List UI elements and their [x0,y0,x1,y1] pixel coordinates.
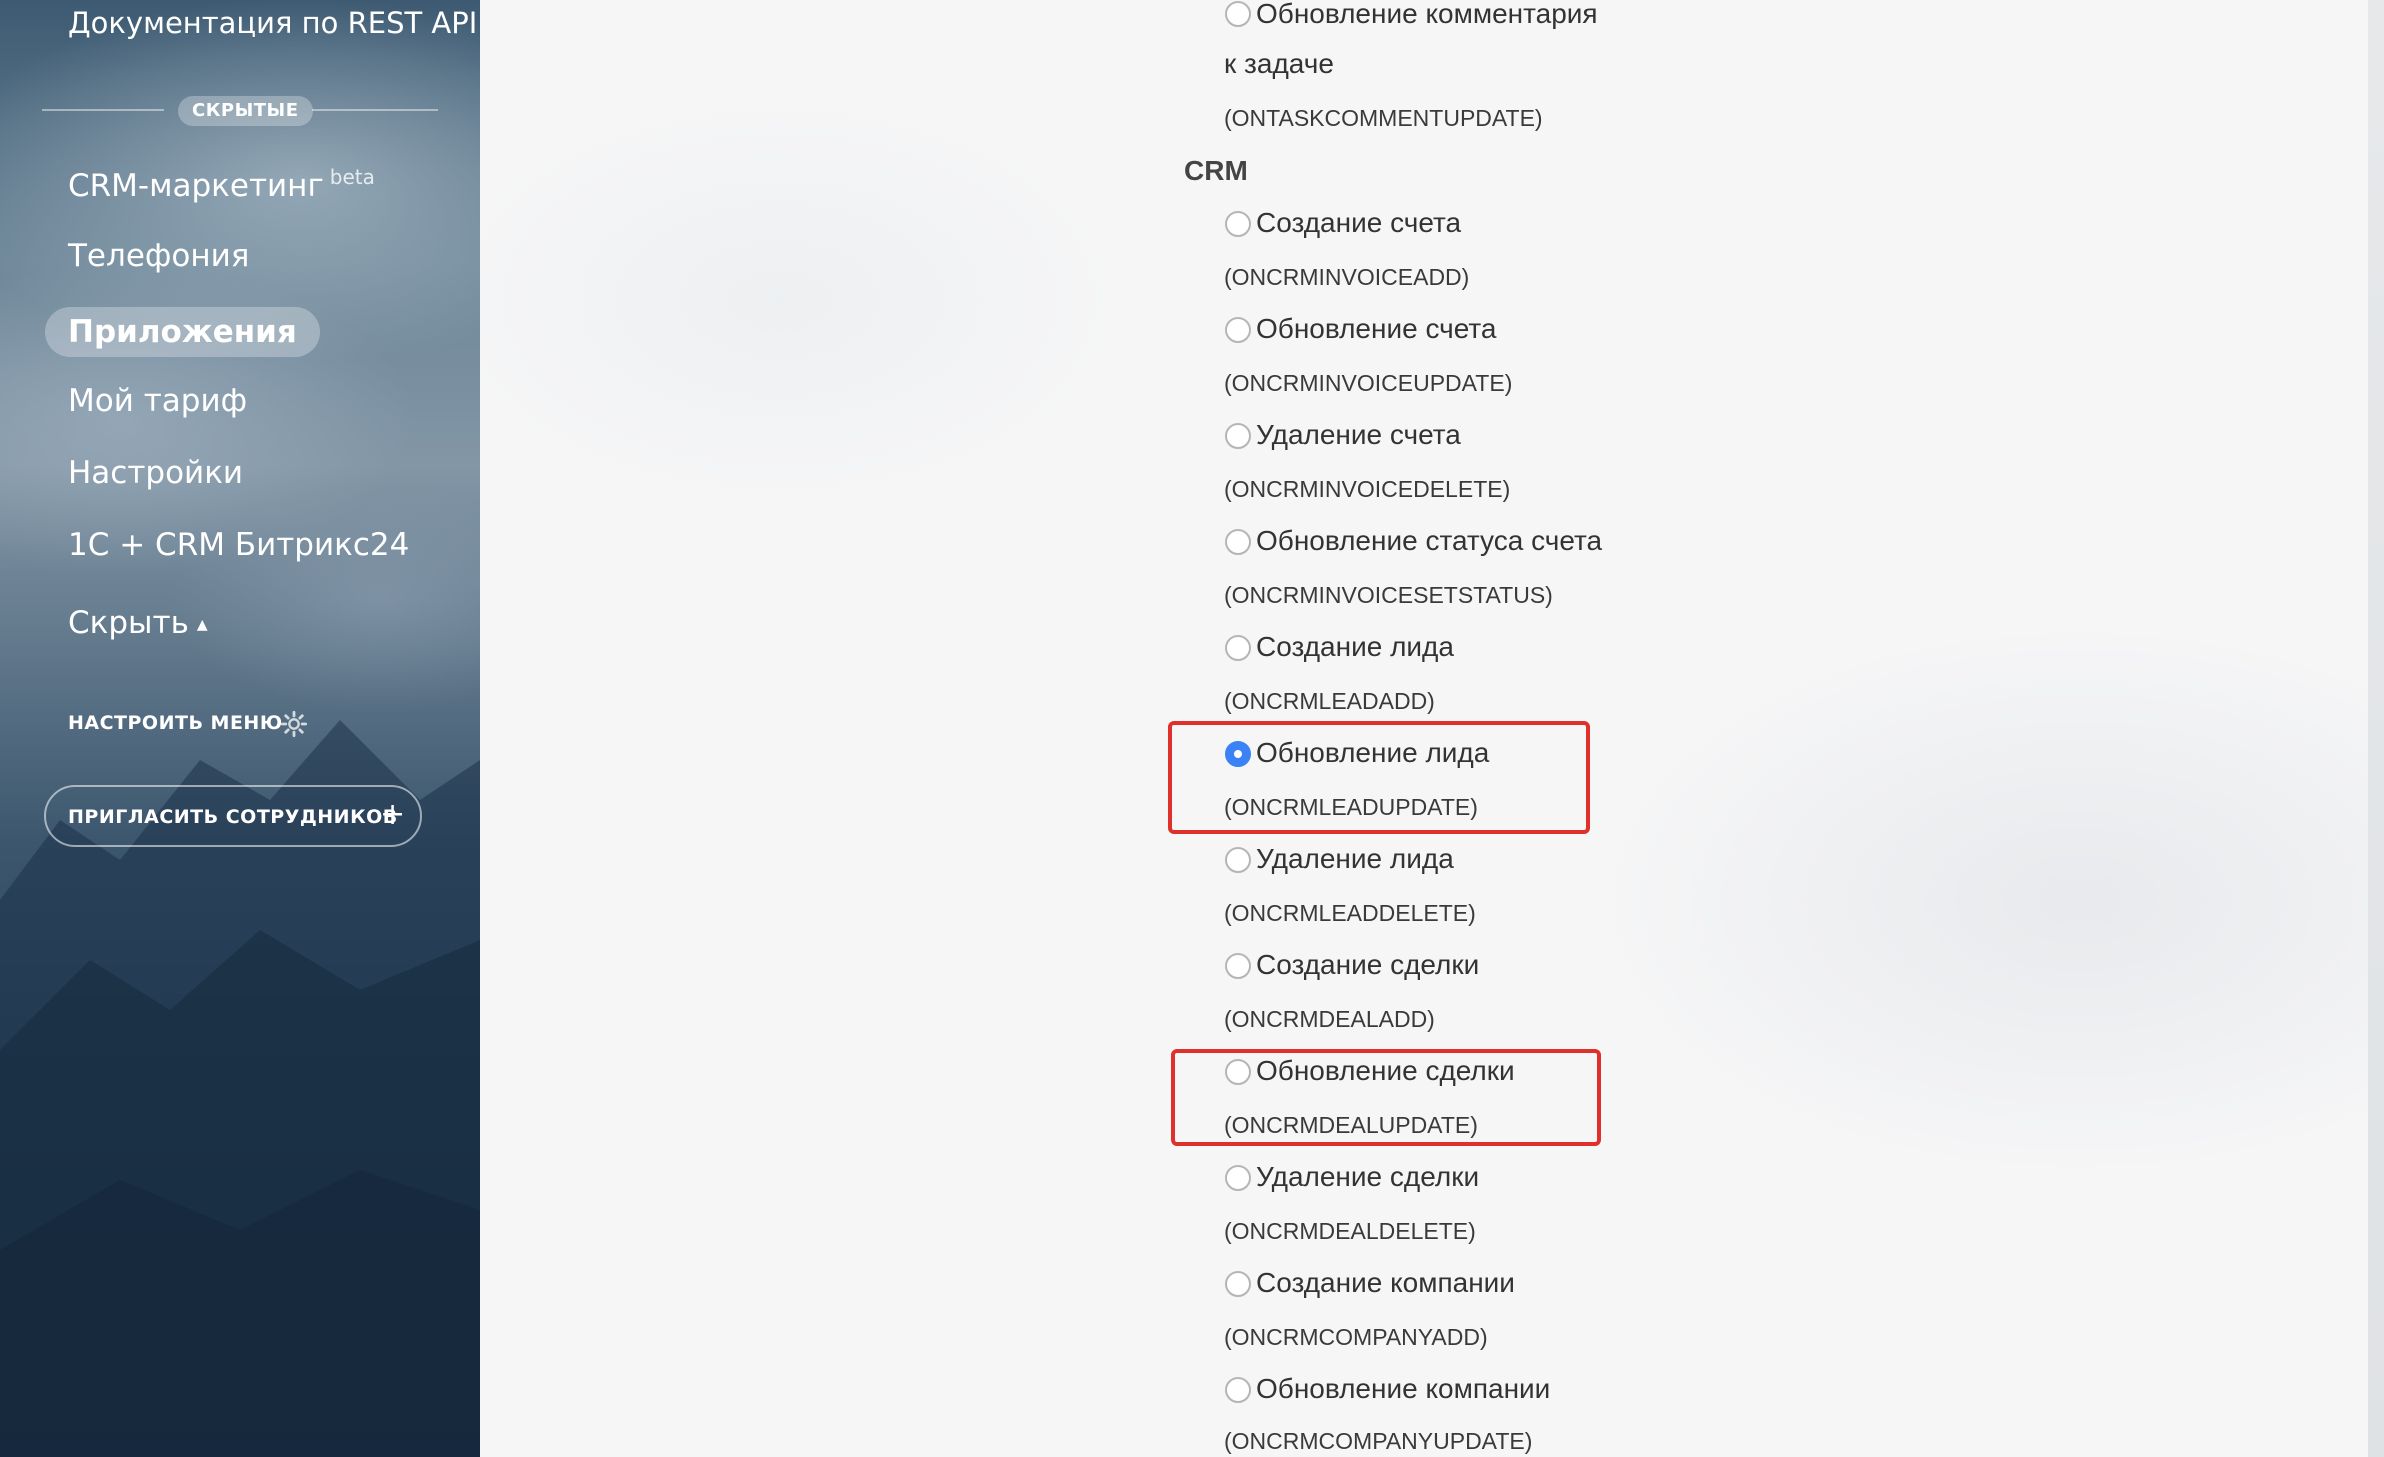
sidebar-item-telephony[interactable]: Телефония [68,238,249,274]
option-label-continued: к задаче [1224,48,1334,79]
option-label: Обновление статуса счета [1256,525,1603,556]
option-label: Обновление компании [1256,1373,1551,1404]
option-code: (ONCRMCOMPANYADD) [1224,1324,1488,1350]
sidebar-item-label: 1С + CRM Битрикс24 [68,527,410,563]
sidebar-item-hide[interactable]: Скрыть ▲ [68,605,208,641]
option-code: (ONCRMLEADUPDATE) [1224,794,1478,820]
sidebar-item-label: Настройки [68,455,244,491]
option-label: Удаление лида [1256,843,1454,874]
sidebar-item-label: Телефония [68,238,250,274]
option-label: Обновление счета [1256,313,1497,344]
section-title-crm: CRM [1184,155,1248,186]
hidden-section-badge: СКРЫТЫЕ [178,96,313,126]
option-code: (ONCRMDEALDELETE) [1224,1218,1476,1244]
radio-oncrmleadupdate[interactable] [1225,741,1251,767]
option-label: Обновление сделки [1256,1055,1515,1086]
radio-oncrmdealadd[interactable] [1225,953,1251,979]
divider-line-left [42,109,164,111]
radio-oncrminvoiceadd[interactable] [1225,211,1251,237]
option-code: (ONCRMINVOICEDELETE) [1224,476,1511,502]
sidebar-item-my-plan[interactable]: Мой тариф [68,383,247,419]
caret-up-icon: ▲ [196,617,208,633]
radio-oncrmdealdelete[interactable] [1225,1165,1251,1191]
sidebar-item-1c-crm[interactable]: 1С + CRM Битрикс24 [68,527,409,563]
option-label: Создание счета [1256,207,1462,238]
plus-icon: + [380,797,406,832]
radio-oncrminvoiceupdate[interactable] [1225,317,1251,343]
option-code: (ONCRMINVOICEADD) [1224,264,1470,290]
sidebar: Документация по REST API СКРЫТЫЕ CRM-мар… [0,0,480,1457]
page-edge [2368,0,2384,1457]
sidebar-item-crm-marketing[interactable]: CRM-маркетинг beta [68,165,375,204]
invite-button-label: ПРИГЛАСИТЬ СОТРУДНИКОВ [68,806,398,828]
divider-line-right [312,109,438,111]
option-code: (ONTASKCOMMENTUPDATE) [1224,105,1543,131]
docs-rest-api-link[interactable]: Документация по REST API [68,6,477,40]
hidden-section-divider: СКРЫТЫЕ [42,96,438,126]
option-label: Удаление счета [1256,419,1461,450]
option-label: Создание компании [1256,1267,1515,1298]
option-label: Создание лида [1256,631,1454,662]
option-label: Создание сделки [1256,949,1480,980]
option-code: (ONCRMCOMPANYUPDATE) [1224,1428,1533,1454]
option-label: Обновление комментария [1256,0,1598,29]
beta-badge: beta [329,165,375,189]
option-code: (ONCRMINVOICESETSTATUS) [1224,582,1553,608]
radio-oncrmleaddelete[interactable] [1225,847,1251,873]
sidebar-item-settings[interactable]: Настройки [68,455,243,491]
radio-oncrmleadadd[interactable] [1225,635,1251,661]
configure-menu-link[interactable]: НАСТРОИТЬ МЕНЮ [68,712,283,734]
sidebar-item-label: Приложения [68,314,297,350]
radio-oncrminvoicedelete[interactable] [1225,423,1251,449]
sidebar-item-label: Скрыть [68,605,189,641]
option-code: (ONCRMDEALADD) [1224,1006,1435,1032]
option-code: (ONCRMDEALUPDATE) [1224,1112,1478,1138]
invite-employees-button[interactable]: ПРИГЛАСИТЬ СОТРУДНИКОВ + [44,785,422,847]
radio-oncrmdealupdate[interactable] [1225,1059,1251,1085]
sidebar-item-label: CRM-маркетинг [68,168,324,204]
radio-oncrmcompanyupdate[interactable] [1225,1377,1251,1403]
option-code: (ONCRMLEADADD) [1224,688,1435,714]
option-code: (ONCRMLEADDELETE) [1224,900,1476,926]
option-code: (ONCRMINVOICEUPDATE) [1224,370,1513,396]
gear-icon[interactable] [280,710,308,738]
sidebar-item-label: Мой тариф [68,383,248,419]
option-label: Обновление лида [1256,737,1490,768]
radio-oncrmcompanyadd[interactable] [1225,1271,1251,1297]
radio-oncrminvoicesetstatus[interactable] [1225,529,1251,555]
sidebar-item-applications[interactable]: Приложения [45,307,320,357]
radio-ontaskcommentupdate[interactable] [1225,1,1251,27]
option-label: Удаление сделки [1256,1161,1480,1192]
